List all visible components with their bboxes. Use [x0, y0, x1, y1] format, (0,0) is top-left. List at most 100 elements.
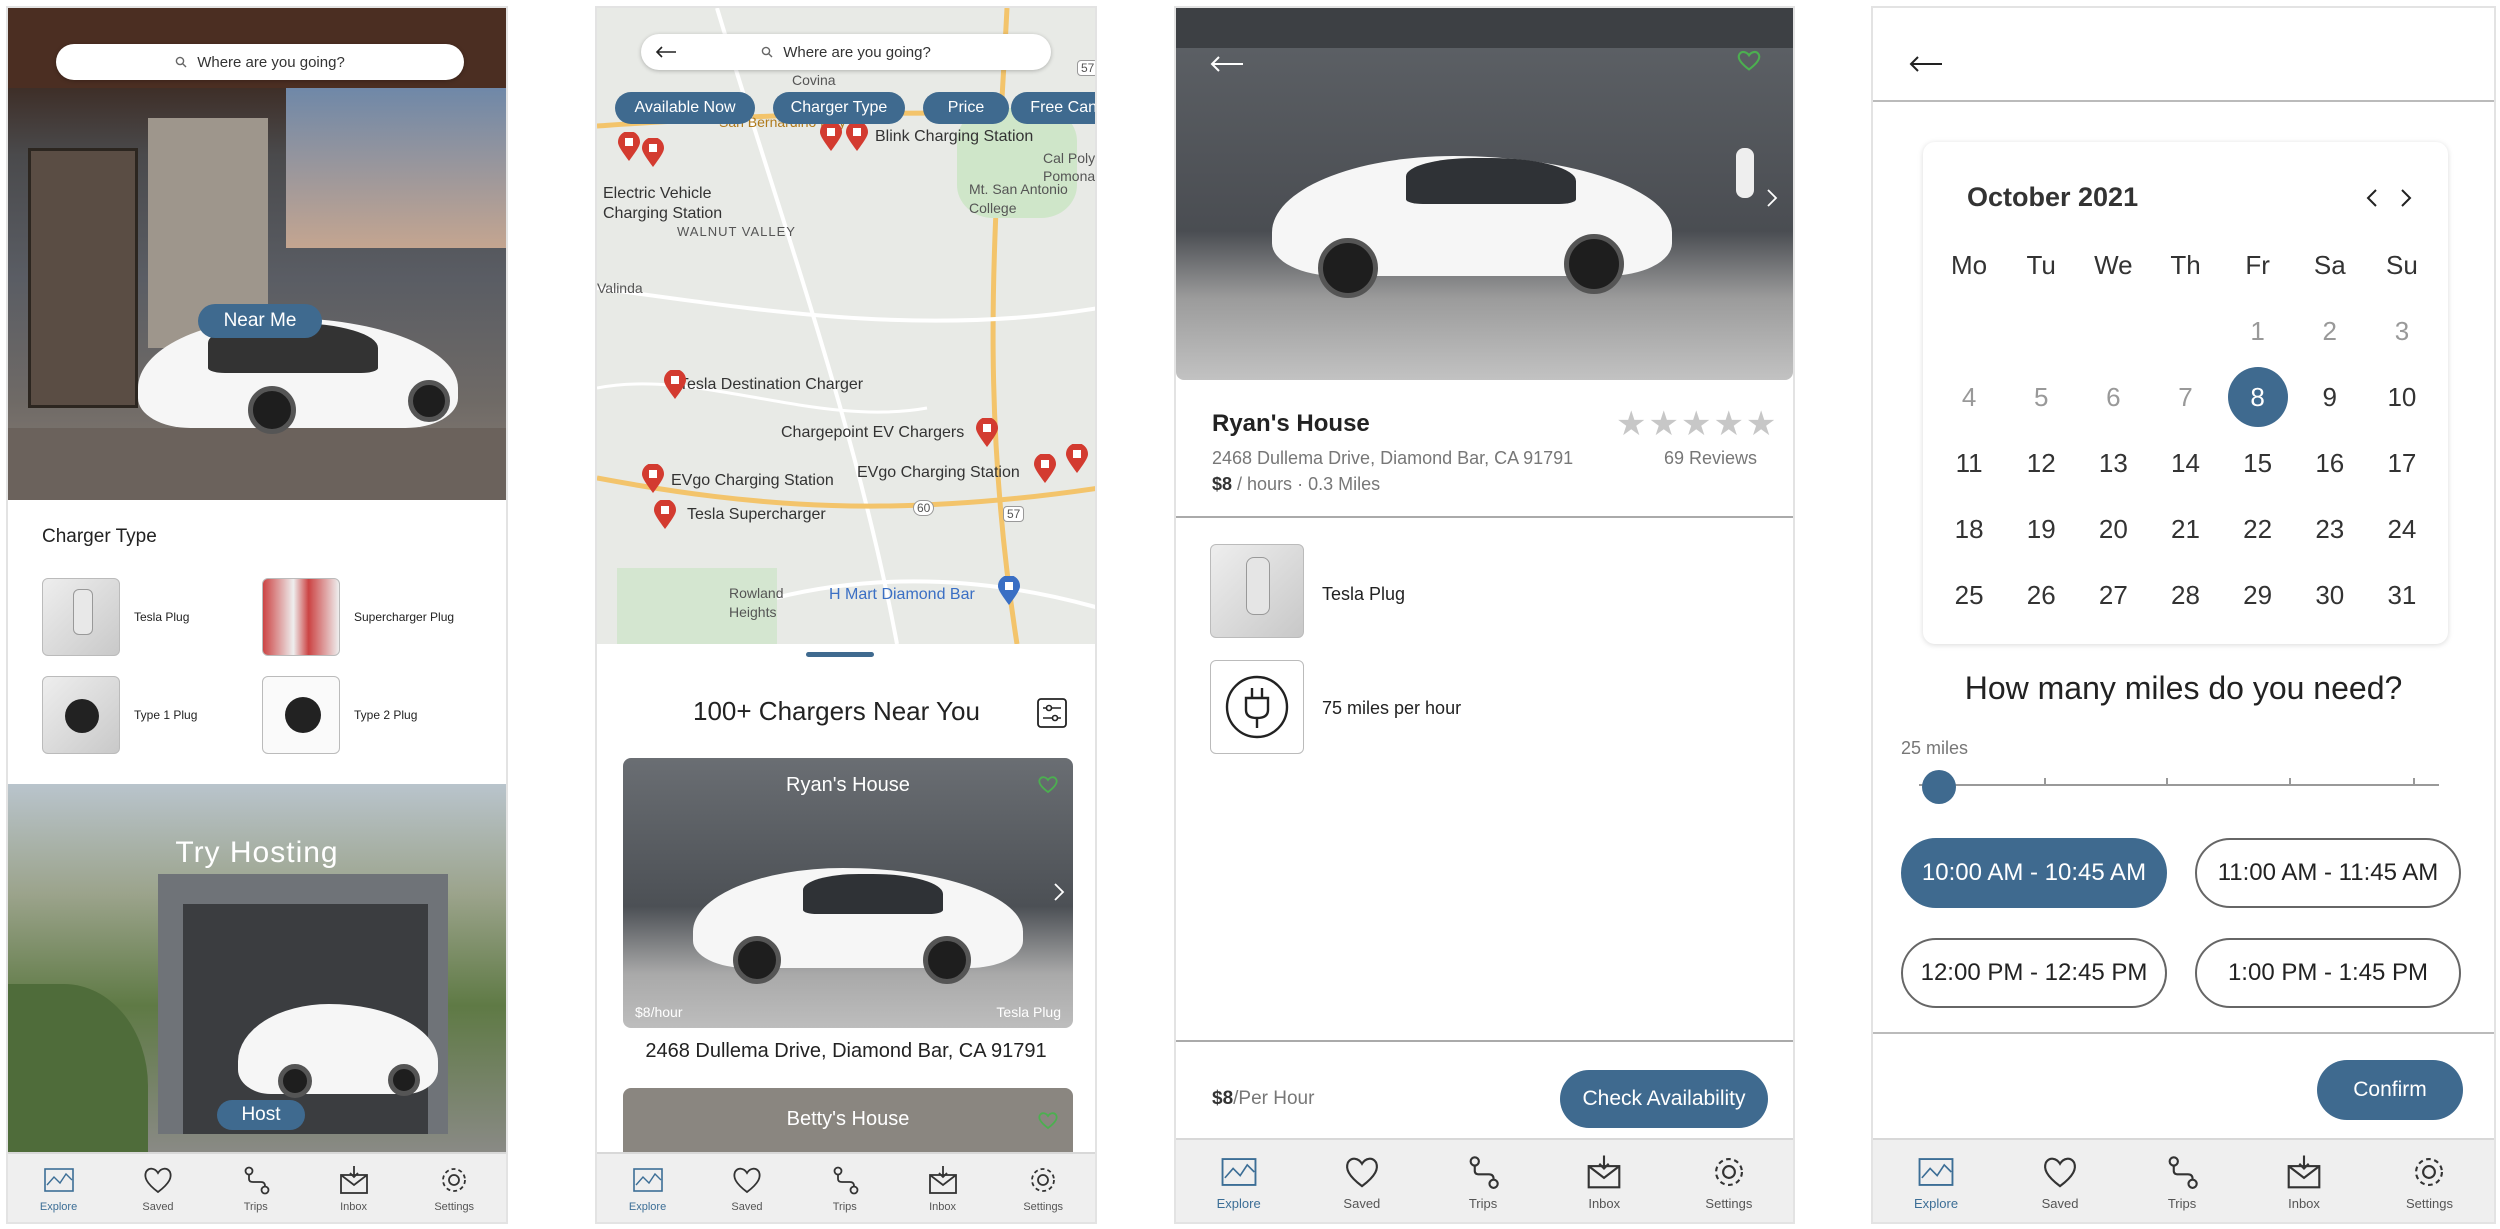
check-availability-button[interactable]: Check Availability [1560, 1070, 1768, 1128]
tab-settings[interactable]: Settings [1705, 1152, 1752, 1211]
tab-inbox[interactable]: Inbox [1584, 1152, 1624, 1211]
host-button[interactable]: Host [217, 1100, 305, 1130]
calendar-day[interactable]: 10 [2366, 374, 2438, 420]
charger-pin-icon[interactable] [1033, 454, 1057, 484]
calendar-day[interactable]: 23 [2294, 506, 2366, 552]
charger-pin-icon[interactable] [1065, 444, 1089, 474]
filter-settings-icon[interactable] [1037, 698, 1067, 728]
calendar-day[interactable]: 9 [2294, 374, 2366, 420]
charger-pin-icon[interactable] [845, 122, 869, 152]
calendar-day[interactable]: 19 [2005, 506, 2077, 552]
calendar-day[interactable]: 25 [1933, 572, 2005, 618]
calendar-day[interactable]: 24 [2366, 506, 2438, 552]
tab-trips[interactable]: Trips [1463, 1152, 1503, 1211]
tab-saved[interactable]: Saved [2040, 1152, 2080, 1211]
time-slot-1[interactable]: 10:00 AM - 10:45 AM [1901, 838, 2167, 908]
plug-icon [1225, 675, 1289, 739]
time-slot-2[interactable]: 11:00 AM - 11:45 AM [2195, 838, 2461, 908]
calendar-day[interactable]: 2 [2294, 308, 2366, 354]
tab-trips[interactable]: Trips [828, 1163, 862, 1213]
heart-icon[interactable] [1037, 1110, 1059, 1130]
reviews-count[interactable]: 69 Reviews [1664, 448, 1757, 469]
listing-card-ryans-house[interactable]: Ryan's House $8/hour Tesla Plug [623, 758, 1073, 1028]
route-icon [244, 1166, 270, 1195]
charger-type-tesla[interactable]: Tesla Plug [42, 578, 262, 656]
search-bar[interactable]: Where are you going? [56, 44, 464, 80]
tab-inbox[interactable]: Inbox [2284, 1152, 2324, 1211]
chevron-right-icon[interactable] [1766, 188, 1778, 208]
tab-explore[interactable]: Explore [629, 1163, 666, 1213]
filter-charger-type[interactable]: Charger Type [773, 92, 905, 124]
charger-pin-icon[interactable] [653, 500, 677, 530]
calendar-day[interactable]: 30 [2294, 572, 2366, 618]
calendar-day[interactable]: 21 [2149, 506, 2221, 552]
tab-saved[interactable]: Saved [1342, 1152, 1382, 1211]
chevron-right-icon[interactable] [2399, 188, 2413, 208]
charger-pin-icon[interactable] [641, 464, 665, 494]
filter-price[interactable]: Price [923, 92, 1009, 124]
calendar-day[interactable]: 18 [1933, 506, 2005, 552]
calendar-day[interactable]: 11 [1933, 440, 2005, 486]
calendar-day[interactable]: 3 [2366, 308, 2438, 354]
calendar-day[interactable]: 12 [2005, 440, 2077, 486]
back-arrow-icon[interactable] [1210, 56, 1244, 72]
tab-settings[interactable]: Settings [1023, 1163, 1063, 1213]
back-arrow-icon[interactable] [655, 46, 677, 58]
search-icon [761, 46, 773, 58]
calendar-day[interactable]: 27 [2077, 572, 2149, 618]
heart-icon[interactable] [1736, 48, 1762, 72]
tab-inbox[interactable]: Inbox [926, 1163, 960, 1213]
tab-explore[interactable]: Explore [40, 1163, 77, 1213]
tab-trips[interactable]: Trips [239, 1163, 273, 1213]
charger-type-type2[interactable]: Type 2 Plug [262, 676, 482, 754]
tab-settings[interactable]: Settings [2406, 1152, 2453, 1211]
tab-saved[interactable]: Saved [730, 1163, 764, 1213]
calendar-day[interactable]: 15 [2222, 440, 2294, 486]
tab-inbox[interactable]: Inbox [337, 1163, 371, 1213]
calendar-day[interactable]: 14 [2149, 440, 2221, 486]
search-bar[interactable]: Where are you going? [641, 34, 1051, 70]
search-placeholder: Where are you going? [783, 43, 931, 61]
calendar-day[interactable]: 1 [2222, 308, 2294, 354]
filter-free-cancellation[interactable]: Free Cancellation [1011, 92, 1095, 124]
filter-available-now[interactable]: Available Now [615, 92, 755, 124]
tab-explore[interactable]: Explore [1217, 1152, 1261, 1211]
miles-slider-thumb[interactable] [1922, 770, 1956, 804]
tab-explore[interactable]: Explore [1914, 1152, 1958, 1211]
store-pin-icon[interactable] [997, 576, 1021, 606]
calendar-day[interactable]: 5 [2005, 374, 2077, 420]
calendar-day[interactable]: 16 [2294, 440, 2366, 486]
charger-pin-icon[interactable] [641, 138, 665, 168]
calendar-day[interactable]: 13 [2077, 440, 2149, 486]
confirm-button[interactable]: Confirm [2317, 1060, 2463, 1120]
chevron-right-icon[interactable] [1053, 882, 1065, 902]
miles-slider-track[interactable] [1919, 778, 2439, 786]
charger-type-supercharger[interactable]: Supercharger Plug [262, 578, 482, 656]
calendar-day[interactable]: 17 [2366, 440, 2438, 486]
near-me-button[interactable]: Near Me [198, 304, 322, 338]
calendar-day[interactable]: 4 [1933, 374, 2005, 420]
calendar-day[interactable]: 29 [2222, 572, 2294, 618]
calendar-day[interactable]: 22 [2222, 506, 2294, 552]
calendar-day[interactable]: 28 [2149, 572, 2221, 618]
calendar-day[interactable]: 20 [2077, 506, 2149, 552]
tab-settings[interactable]: Settings [434, 1163, 474, 1213]
calendar-day[interactable]: 31 [2366, 572, 2438, 618]
charger-type-type1[interactable]: Type 1 Plug [42, 676, 262, 754]
heart-icon[interactable] [1037, 774, 1059, 794]
calendar-day[interactable]: 6 [2077, 374, 2149, 420]
calendar-day[interactable]: 26 [2005, 572, 2077, 618]
back-arrow-icon[interactable] [1909, 56, 1943, 72]
charger-pin-icon[interactable] [975, 418, 999, 448]
time-slot-3[interactable]: 12:00 PM - 12:45 PM [1901, 938, 2167, 1008]
calendar-day[interactable]: 7 [2149, 374, 2221, 420]
chevron-left-icon[interactable] [2365, 188, 2379, 208]
charger-pin-icon[interactable] [617, 132, 641, 162]
time-slot-4[interactable]: 1:00 PM - 1:45 PM [2195, 938, 2461, 1008]
charger-pin-icon[interactable] [663, 370, 687, 400]
tab-trips[interactable]: Trips [2162, 1152, 2202, 1211]
tab-saved[interactable]: Saved [141, 1163, 175, 1213]
sheet-handle[interactable] [806, 652, 874, 657]
charger-pin-icon[interactable] [819, 122, 843, 152]
calendar-day[interactable]: 8 [2222, 367, 2294, 427]
